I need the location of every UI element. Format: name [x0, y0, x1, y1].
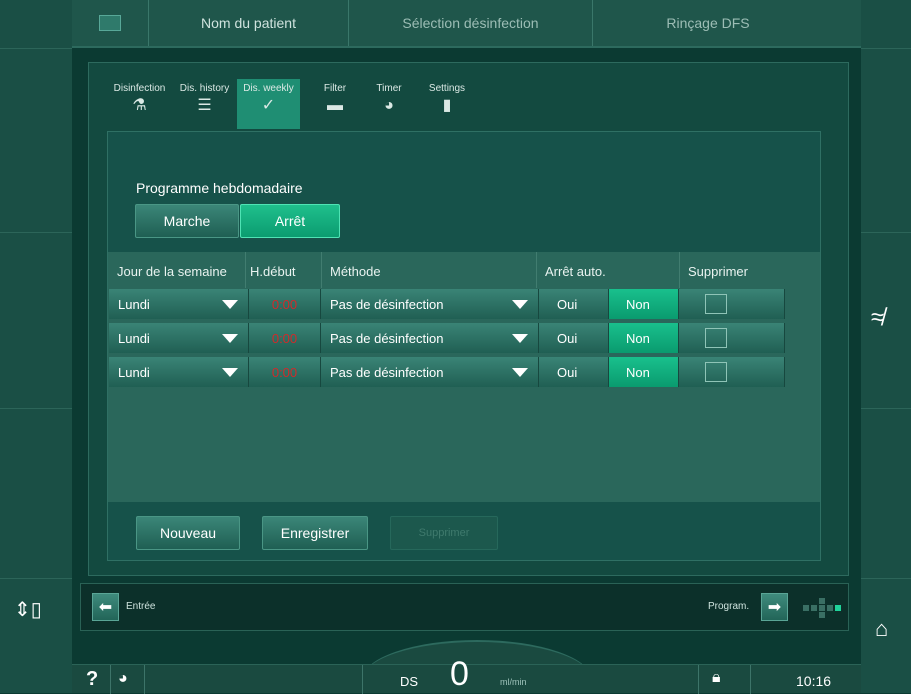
start-time[interactable]: 0:00: [249, 323, 321, 353]
left-sidebar: ⇕▯: [0, 0, 72, 693]
method-select[interactable]: Pas de désinfection: [321, 323, 539, 353]
flow-value: 0: [450, 655, 469, 693]
chevron-down-icon: [512, 300, 528, 309]
back-button[interactable]: ⬅: [92, 593, 119, 621]
schedule-table: Jour de la semaine H.début Méthode Arrêt…: [108, 252, 820, 502]
ds-label: DS: [400, 674, 419, 689]
back-label: Entrée: [126, 601, 156, 612]
auto-stop-no[interactable]: Non: [609, 289, 679, 319]
delete-checkbox[interactable]: [705, 362, 727, 382]
bypass-icon[interactable]: ≉: [871, 304, 884, 332]
tab-settings[interactable]: Settings ▮: [425, 79, 469, 129]
lock-icon[interactable]: 🔒︎: [712, 669, 721, 687]
weekly-icon: ✓: [261, 97, 276, 114]
progress-dots-icon: [803, 598, 841, 618]
tab-disinfection-selection[interactable]: Sélection désinfection: [348, 0, 592, 46]
main-panel: Disinfection ⚗ Dis. history ☰ Dis. weekl…: [88, 62, 849, 576]
delete-checkbox[interactable]: [705, 294, 727, 314]
home-icon[interactable]: ⌂: [875, 616, 888, 642]
card-icon: [99, 15, 121, 31]
header-delete: Supprimer: [688, 264, 748, 279]
chevron-down-icon: [222, 300, 238, 309]
off-button[interactable]: Arrêt: [240, 204, 340, 238]
tab-timer[interactable]: Timer ◕: [369, 79, 409, 129]
delete-checkbox-cell: [679, 357, 785, 387]
header-start: H.début: [250, 264, 296, 279]
history-icon: ☰: [197, 97, 212, 114]
table-row: Lundi 0:00 Pas de désinfection Oui Non: [109, 289, 785, 319]
flow-unit: ml/min: [500, 677, 527, 687]
header-day: Jour de la semaine: [117, 264, 227, 279]
tab-filter[interactable]: Filter ▬: [315, 79, 355, 129]
auto-stop-no[interactable]: Non: [609, 357, 679, 387]
chevron-down-icon: [512, 368, 528, 377]
auto-stop-yes[interactable]: Oui: [539, 289, 609, 319]
header-auto-stop: Arrêt auto.: [545, 264, 606, 279]
tab-patient-name[interactable]: Nom du patient: [148, 0, 348, 46]
auto-stop-no[interactable]: Non: [609, 323, 679, 353]
delete-checkbox-cell: [679, 289, 785, 319]
help-icon[interactable]: ?: [86, 668, 98, 691]
level-adjust-icon[interactable]: ⇕▯: [14, 600, 42, 620]
arrow-left-icon: ⬅: [98, 599, 113, 616]
header-method: Méthode: [330, 264, 381, 279]
forward-label: Program.: [708, 601, 750, 612]
day-select[interactable]: Lundi: [109, 357, 249, 387]
table-row: Lundi 0:00 Pas de désinfection Oui Non: [109, 357, 785, 387]
start-time[interactable]: 0:00: [249, 289, 321, 319]
tab-dfs-rinse[interactable]: Rinçage DFS: [592, 0, 823, 46]
auto-stop-yes[interactable]: Oui: [539, 323, 609, 353]
delete-checkbox-cell: [679, 323, 785, 353]
navigation-bar: ⬅ Entrée Program. ➡: [80, 583, 849, 631]
table-row: Lundi 0:00 Pas de désinfection Oui Non: [109, 323, 785, 353]
method-select[interactable]: Pas de désinfection: [321, 357, 539, 387]
filter-icon: ▬: [327, 97, 343, 114]
tab-dis-weekly[interactable]: Dis. weekly ✓: [237, 79, 300, 129]
chevron-down-icon: [222, 368, 238, 377]
weekly-program-panel: Programme hebdomadaire Marche Arrêt Jour…: [107, 131, 821, 561]
settings-icon: ▮: [442, 97, 452, 114]
delete-button[interactable]: Supprimer: [390, 516, 498, 550]
auto-stop-yes[interactable]: Oui: [539, 357, 609, 387]
day-select[interactable]: Lundi: [109, 323, 249, 353]
forward-button[interactable]: ➡: [761, 593, 788, 621]
day-select[interactable]: Lundi: [109, 289, 249, 319]
top-bar: Nom du patient Sélection désinfection Ri…: [72, 0, 861, 48]
delete-checkbox[interactable]: [705, 328, 727, 348]
tab-disinfection[interactable]: Disinfection ⚗: [107, 79, 172, 129]
timer-icon: ◕: [384, 97, 394, 114]
tab-dis-history[interactable]: Dis. history ☰: [173, 79, 236, 129]
on-button[interactable]: Marche: [135, 204, 239, 238]
chevron-down-icon: [512, 334, 528, 343]
disinfection-icon: ⚗: [132, 97, 147, 114]
new-button[interactable]: Nouveau: [136, 516, 240, 550]
clock-icon[interactable]: ◕: [118, 670, 128, 688]
weekly-program-title: Programme hebdomadaire: [136, 180, 303, 196]
save-button[interactable]: Enregistrer: [262, 516, 368, 550]
clock-time: 10:16: [796, 673, 832, 689]
method-select[interactable]: Pas de désinfection: [321, 289, 539, 319]
start-time[interactable]: 0:00: [249, 357, 321, 387]
card-tab[interactable]: [72, 0, 148, 46]
right-sidebar: ≉ ⌂: [861, 0, 911, 693]
chevron-down-icon: [222, 334, 238, 343]
arrow-right-icon: ➡: [767, 599, 782, 616]
status-bar: ? ◕ DS 0 ml/min 🔒︎ 10:16: [72, 655, 861, 694]
